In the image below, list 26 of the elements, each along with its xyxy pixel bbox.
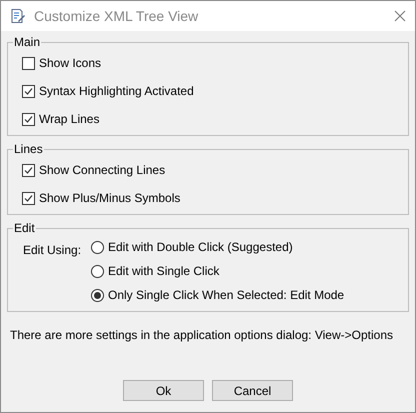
dialog-button[interactable]: Cancel bbox=[212, 380, 293, 401]
window-title: Customize XML Tree View bbox=[34, 8, 200, 24]
group-title: Main bbox=[13, 35, 42, 49]
edit-using-label: Edit Using: bbox=[23, 242, 82, 259]
group-title: Lines bbox=[13, 142, 44, 156]
document-edit-icon bbox=[10, 8, 26, 24]
group-title: Edit bbox=[13, 221, 36, 235]
checkbox-label[interactable]: Show Plus/Minus Symbols bbox=[39, 191, 180, 205]
checkbox[interactable] bbox=[22, 164, 35, 176]
radio-button[interactable] bbox=[91, 288, 104, 302]
dialog-button[interactable]: Ok bbox=[123, 380, 204, 401]
close-icon[interactable] bbox=[394, 10, 406, 22]
checkbox-label[interactable]: Show Connecting Lines bbox=[39, 163, 166, 177]
radio-label[interactable]: Edit with Single Click bbox=[108, 264, 220, 278]
radio-label[interactable]: Edit with Double Click (Suggested) bbox=[108, 240, 293, 254]
checkbox[interactable] bbox=[22, 56, 35, 70]
checkbox[interactable] bbox=[22, 112, 35, 126]
radio-label[interactable]: Only Single Click When Selected: Edit Mode bbox=[108, 288, 344, 302]
checkbox[interactable] bbox=[22, 192, 35, 204]
checkbox-label[interactable]: Wrap Lines bbox=[39, 112, 100, 126]
checkbox-label[interactable]: Syntax Highlighting Activated bbox=[39, 84, 194, 98]
radio-button[interactable] bbox=[91, 264, 104, 278]
checkbox[interactable] bbox=[22, 84, 35, 98]
radio-button[interactable] bbox=[91, 240, 104, 254]
info-text: There are more settings in the application options dialog: View->Options bbox=[9, 327, 394, 342]
checkbox-label[interactable]: Show Icons bbox=[39, 56, 102, 70]
